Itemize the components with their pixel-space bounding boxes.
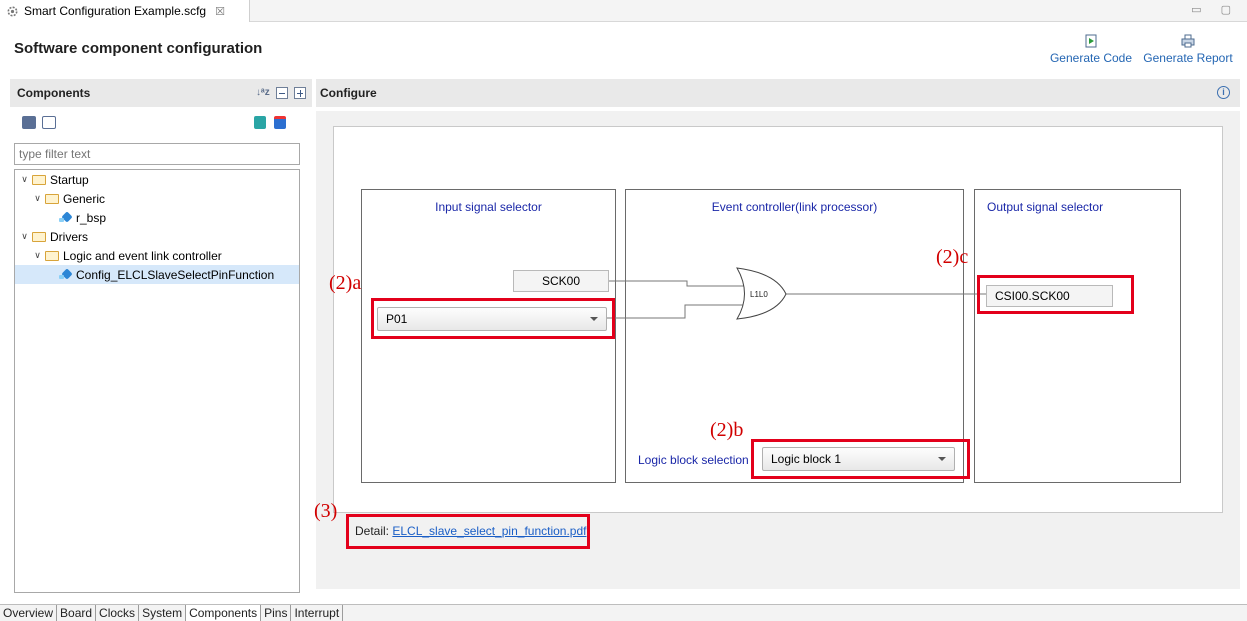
bottom-tab-bar: Overview Board Clocks System Components … — [0, 604, 1247, 621]
wire-p01 — [607, 304, 745, 319]
tab-board[interactable]: Board — [57, 605, 97, 621]
wire-sck00 — [609, 280, 745, 287]
or-gate-label: L1L0 — [750, 290, 768, 299]
annotation-label-c: (2)c — [936, 246, 969, 268]
tab-system[interactable]: System — [139, 605, 187, 621]
tab-clocks[interactable]: Clocks — [96, 605, 140, 621]
annotation-box-b — [751, 439, 970, 479]
tab-pins[interactable]: Pins — [261, 605, 292, 621]
annotation-box-c — [977, 275, 1134, 314]
sck00-signal-field: SCK00 — [513, 270, 609, 292]
annotation-box-a — [371, 298, 615, 339]
tab-components[interactable]: Components — [186, 605, 262, 621]
tab-interrupt[interactable]: Interrupt — [291, 605, 344, 621]
annotation-label-b: (2)b — [710, 419, 744, 441]
tab-overview[interactable]: Overview — [0, 605, 58, 621]
annotation-box-d — [346, 514, 590, 549]
annotation-label-d: (3) — [314, 500, 338, 522]
logic-block-label: Logic block selection — [638, 453, 749, 467]
annotation-label-a: (2)a — [329, 272, 362, 294]
